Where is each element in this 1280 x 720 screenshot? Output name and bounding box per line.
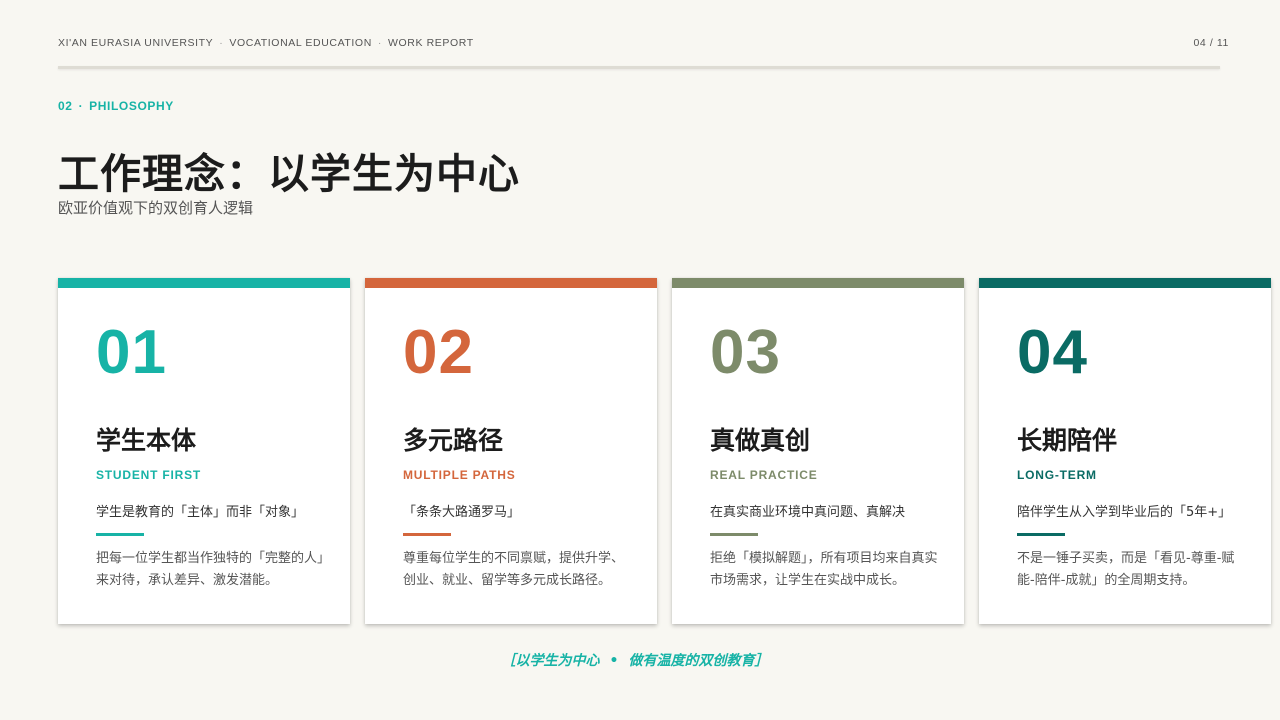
philosophy-card-1: 01 学生本体 STUDENT FIRST 学生是教育的「主体」而非「对象」 把… [58, 278, 350, 624]
card-english-label: LONG-TERM [1017, 468, 1097, 482]
card-accent-line [1017, 533, 1065, 536]
header-university: XI'AN EURASIA UNIVERSITY [58, 37, 214, 49]
header-report-label: XI'AN EURASIA UNIVERSITY · VOCATIONAL EDUC… [58, 37, 474, 49]
section-label: PHILOSOPHY [89, 99, 174, 113]
card-accent-line [710, 533, 758, 536]
card-lead-text: 在真实商业环境中真问题、真解决 [710, 505, 906, 520]
section-tag: 02 · PHILOSOPHY [58, 99, 174, 113]
footer-slogan-right: 做有温度的双创教育］ [628, 653, 769, 669]
header-department: VOCATIONAL EDUCATION [229, 37, 372, 49]
card-number: 01 [96, 318, 167, 387]
section-separator: · [78, 99, 84, 113]
philosophy-card-4: 04 长期陪伴 LONG-TERM 陪伴学生从入学到毕业后的「5年+」 不是一锤… [979, 278, 1271, 624]
card-number: 02 [403, 318, 474, 387]
footer-bullet: • [609, 653, 619, 669]
card-top-bar [979, 278, 1271, 288]
card-title: 学生本体 [96, 426, 197, 455]
card-top-bar [58, 278, 350, 288]
card-description: 不是一锤子买卖，而是「看见-尊重-赋能-陪伴-成就」的全周期支持。 [1017, 551, 1235, 588]
card-description: 拒绝「模拟解题」，所有项目均来自真实市场需求，让学生在实战中成长。 [710, 551, 938, 588]
card-top-bar [672, 278, 964, 288]
card-lead-text: 「条条大路通罗马」 [403, 505, 521, 520]
header-separator: · [377, 37, 382, 49]
footer-slogan: ［以学生为中心 • 做有温度的双创教育］ [0, 650, 1270, 670]
header-report-type: WORK REPORT [388, 37, 474, 49]
card-english-label: STUDENT FIRST [96, 468, 202, 482]
card-english-label: MULTIPLE PATHS [403, 468, 516, 482]
card-description: 尊重每位学生的不同禀赋，提供升学、创业、就业、留学等多元成长路径。 [403, 551, 625, 588]
card-lead-text: 学生是教育的「主体」而非「对象」 [96, 505, 305, 520]
header-separator: · [219, 37, 224, 49]
card-number: 04 [1017, 318, 1088, 387]
philosophy-card-2: 02 多元路径 MULTIPLE PATHS 「条条大路通罗马」 尊重每位学生的… [365, 278, 657, 624]
card-accent-line [403, 533, 451, 536]
card-title: 多元路径 [403, 426, 504, 455]
page-subtitle: 欧亚价值观下的双创育人逻辑 [58, 199, 254, 217]
card-english-label: REAL PRACTICE [710, 468, 818, 482]
page-number: 04 / 11 [1193, 37, 1229, 49]
header-divider [58, 66, 1220, 69]
philosophy-card-3: 03 真做真创 REAL PRACTICE 在真实商业环境中真问题、真解决 拒绝… [672, 278, 964, 624]
section-number: 02 [58, 99, 73, 113]
card-title: 真做真创 [710, 426, 811, 455]
card-description: 把每一位学生都当作独特的「完整的人」来对待，承认差异、激发潜能。 [96, 551, 324, 588]
page-title: 工作理念：以学生为中心 [58, 150, 520, 198]
card-title: 长期陪伴 [1017, 426, 1118, 455]
card-lead-text: 陪伴学生从入学到毕业后的「5年+」 [1017, 505, 1232, 520]
card-top-bar [365, 278, 657, 288]
footer-slogan-left: ［以学生为中心 [501, 653, 600, 669]
card-accent-line [96, 533, 144, 536]
card-number: 03 [710, 318, 781, 387]
